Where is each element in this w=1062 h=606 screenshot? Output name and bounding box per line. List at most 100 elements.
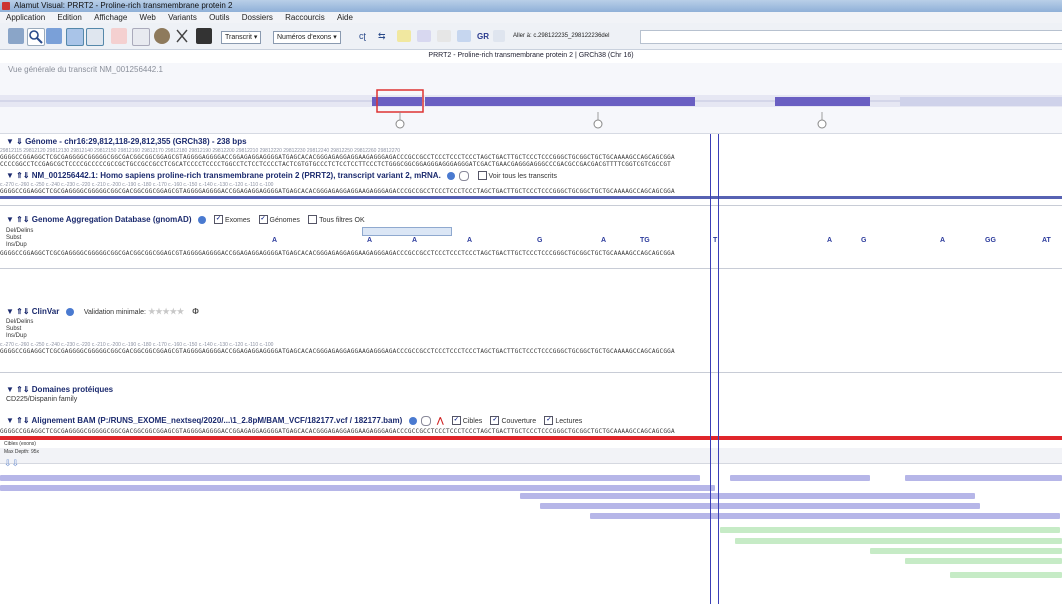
wave-icon[interactable] [437,30,451,42]
domains-title-text: Domaines protéiques [31,385,114,394]
genomes-checkbox[interactable]: ✓ [258,215,268,225]
gr-button[interactable]: GR [477,31,489,42]
sync-icon[interactable]: ⇆ [378,30,392,42]
validation-stars[interactable]: ★★★★★ [148,307,184,316]
scroll-arrows-icon[interactable]: ⇩⇩ [4,458,19,469]
transcript-bar [0,196,1062,199]
bam-help-icon[interactable] [420,415,431,426]
bam-track-title[interactable]: ▼ ⇑⇓ Alignement BAM (P:/RUNS_EXOME_nexts… [6,415,582,427]
clinvar-track-title[interactable]: ▼ ⇑⇓ ClinVar Validation minimale: ★★★★★ … [6,306,199,318]
gnomad-variant-marker[interactable]: G [861,237,866,244]
transcript-combo-label: Transcrit [225,34,252,41]
exon-1 [372,97,422,106]
help-icon[interactable] [459,170,470,181]
menu-dossiers[interactable]: Dossiers [242,13,273,22]
sequencing-read[interactable] [735,538,1062,544]
clinvar-info-icon[interactable] [65,307,74,316]
coverage-track [0,448,1062,464]
pubmed-icon[interactable] [493,30,505,42]
gnomad-variant-marker[interactable]: A [272,237,277,244]
show-all-transcripts-checkbox[interactable] [477,171,487,181]
monitor-icon[interactable] [8,28,24,44]
vh-icon[interactable] [417,30,431,42]
gnomad-variant-marker[interactable]: AT [1042,237,1051,244]
scissors-icon[interactable] [174,28,190,44]
gnomad-variant-marker[interactable]: A [367,237,372,244]
stats-icon[interactable] [457,30,471,42]
menu-outils[interactable]: Outils [209,13,229,22]
bam-info-icon[interactable] [408,416,417,425]
gnomad-variant-marker[interactable]: A [412,237,417,244]
cibles-bar-label: Cibles (exons) [4,441,36,447]
goto-input[interactable] [640,30,1062,44]
menu-web[interactable]: Web [140,13,156,22]
info-icon[interactable] [447,171,456,180]
vcf-icon[interactable] [397,30,411,42]
gnomad-info-icon[interactable] [197,215,206,224]
sequencing-read[interactable] [950,572,1062,578]
gnomad-variant-marker[interactable]: GG [985,237,996,244]
search-glyph [29,30,43,44]
bar-chart-icon[interactable] [86,28,104,46]
transcript-track-title[interactable]: ▼ ⇑⇓ NM_001256442.1: Homo sapiens prolin… [6,170,557,182]
clinvar-row-del: Del/Delins [6,319,34,325]
genome-track-title[interactable]: ▼ ⇓ Génome - chr16:29,812,118-29,812,355… [6,136,247,147]
gnomad-variant-marker[interactable]: T [713,237,717,244]
menu-affichage[interactable]: Affichage [94,13,127,22]
gene-header: PRRT2 - Proline-rich transmembrane prote… [428,52,634,59]
sequencing-read[interactable] [0,475,700,481]
utr-3 [900,97,1062,106]
gnomad-variant-marker[interactable]: A [467,237,472,244]
exon-3-marker [817,119,827,129]
position-cursor-right[interactable] [718,134,719,604]
camera-icon[interactable] [196,28,212,44]
domains-track-title[interactable]: ▼ ⇑⇓ Domaines protéiques [6,384,113,395]
menu-aide[interactable]: Aide [337,13,353,22]
search-icon[interactable] [27,28,45,46]
document-icon[interactable] [132,28,150,46]
all-filters-checkbox[interactable] [308,215,318,225]
sequencing-read[interactable] [870,548,1062,554]
gnomad-variant-marker[interactable]: A [940,237,945,244]
exomes-checkbox[interactable]: ✓ [213,215,223,225]
exon-numbers-combo[interactable]: Numéros d'exons ▾ [273,31,341,44]
genome-sequence-forward: GGGGCCGGAGGCTCGCGAGGGGCGGGGGCGGCGACGGCGG… [0,154,675,161]
sequencing-read[interactable] [730,475,870,481]
gnomad-track-title[interactable]: ▼ ⇑⇓ Genome Aggregation Database (gnomAD… [6,214,365,226]
menu-raccourcis[interactable]: Raccourcis [285,13,325,22]
app-icon [2,2,10,10]
show-all-transcripts-label: Voir tous les transcrits [488,173,557,180]
gear-icon[interactable] [154,28,170,44]
lectures-checkbox[interactable]: ✓ [544,416,554,426]
transcript-combo[interactable]: Transcrit ▾ [221,31,262,44]
sequencing-read[interactable] [0,485,715,491]
clinvar-row-labels: Del/Delins Subst Ins/Dup [6,319,33,340]
sequencing-read[interactable] [540,503,980,509]
gnomad-variant-marker[interactable]: A [601,237,606,244]
sequencing-read[interactable] [720,527,1060,533]
warning-icon[interactable]: ⋀ [437,416,444,425]
divider-1 [0,205,1062,206]
ct-icon[interactable]: cʈ [359,30,373,42]
navigate-icon[interactable] [46,28,62,44]
dna-icon[interactable] [111,28,127,44]
menu-variants[interactable]: Variants [168,13,197,22]
gnomad-variant-marker[interactable]: A [827,237,832,244]
all-filters-label: Tous filtres OK [319,217,365,224]
gnomad-variant-marker[interactable]: G [537,237,542,244]
zoom-icon[interactable] [66,28,84,46]
position-cursor-left[interactable] [710,134,711,604]
window-titlebar: Alamut Visual: PRRT2 - Proline-rich tran… [0,0,1062,12]
window-title: Alamut Visual: PRRT2 - Proline-rich tran… [14,1,233,10]
gnomad-variant-marker[interactable]: TG [640,237,650,244]
sequencing-read[interactable] [520,493,975,499]
sequencing-read[interactable] [590,513,1060,519]
cibles-checkbox[interactable]: ✓ [451,416,461,426]
sequencing-read[interactable] [905,558,1062,564]
menu-edition[interactable]: Edition [57,13,81,22]
sequencing-read[interactable] [905,475,1062,481]
menu-application[interactable]: Application [6,13,45,22]
transcript-title-text: NM_001256442.1: Homo sapiens proline-ric… [31,171,441,180]
phi-icon[interactable]: Φ [192,307,199,316]
couverture-checkbox[interactable]: ✓ [490,416,500,426]
